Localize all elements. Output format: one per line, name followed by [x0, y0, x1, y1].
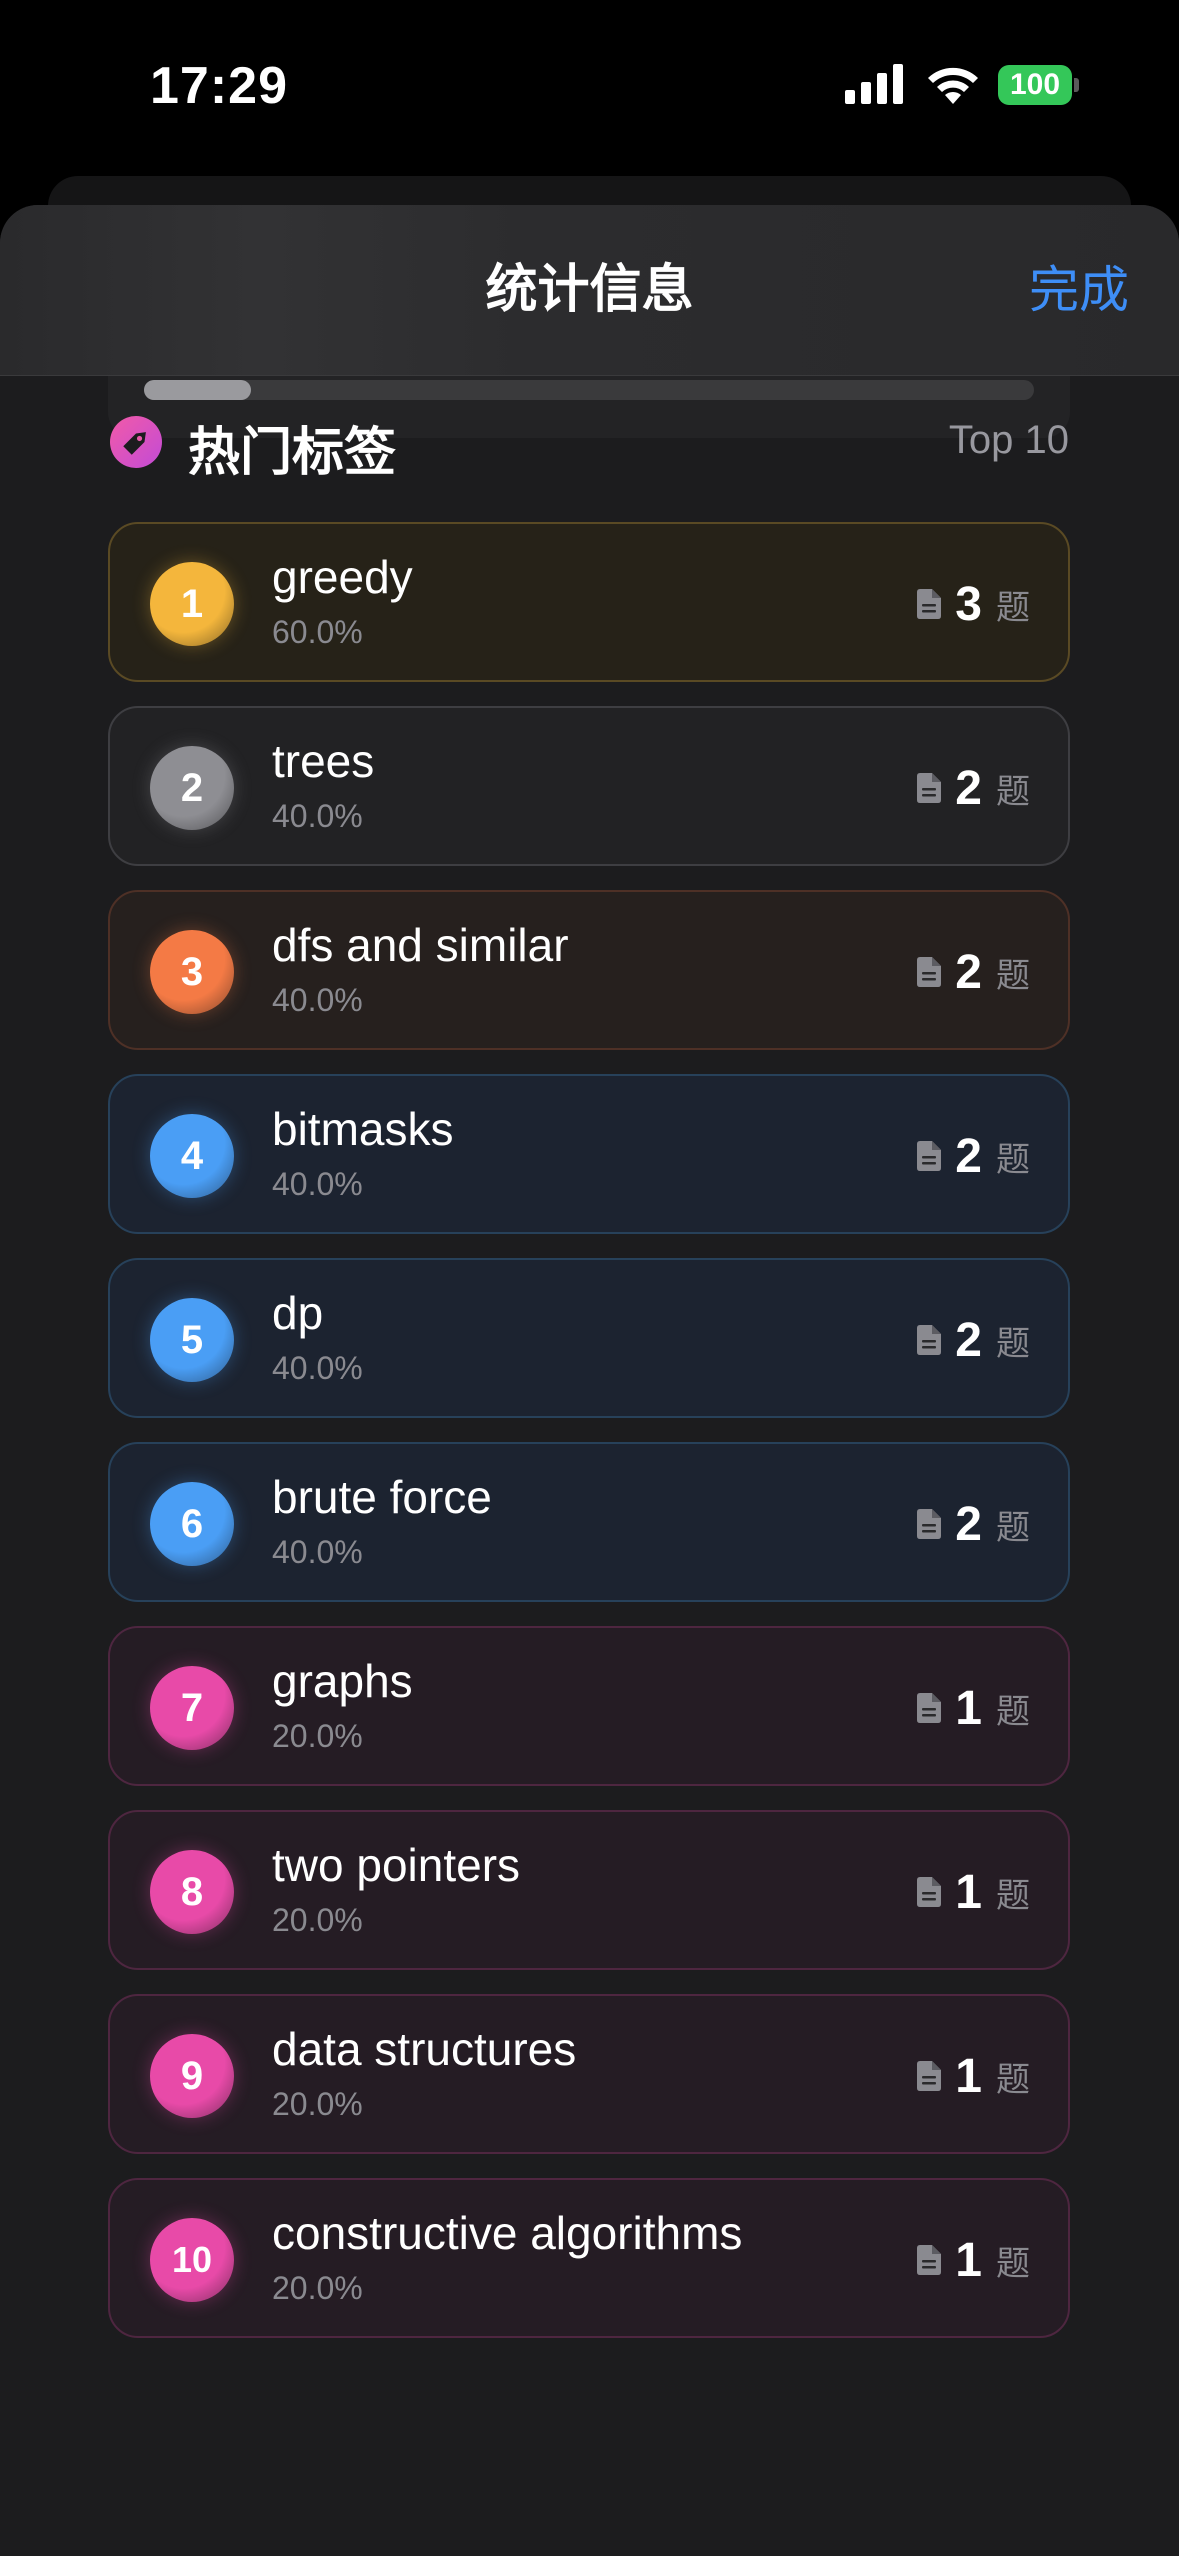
problem-count: 1题 — [917, 2180, 1030, 2340]
count-number: 3 — [955, 577, 982, 631]
progress-track — [144, 380, 1034, 400]
count-unit: 题 — [996, 956, 1030, 995]
tag-name: data structures — [272, 2023, 577, 2075]
tag-name: bitmasks — [272, 1103, 454, 1155]
tag-percent: 40.0% — [272, 1350, 363, 1386]
count-number: 1 — [955, 2233, 982, 2287]
tag-row[interactable]: 5 dp 40.0% 2 题 — [108, 1258, 1070, 1418]
status-bar: 17:29 100 — [0, 0, 1179, 176]
document-icon — [917, 1693, 942, 1723]
count-unit: 题 — [996, 772, 1030, 811]
problem-count: 1题 — [917, 1628, 1030, 1788]
tag-name: two pointers — [272, 1839, 521, 1891]
document-icon — [917, 2061, 942, 2091]
tag-name: trees — [272, 735, 375, 787]
tag-name: brute force — [272, 1471, 492, 1523]
section-title: 热门标签 — [188, 424, 397, 482]
tag-percent: 20.0% — [272, 2270, 363, 2306]
count-unit: 题 — [996, 1876, 1030, 1915]
tag-name: graphs — [272, 1655, 413, 1707]
tag-name: dp — [272, 1287, 324, 1339]
count-unit: 题 — [996, 1508, 1030, 1547]
tag-percent: 20.0% — [272, 1718, 363, 1754]
tag-percent: 20.0% — [272, 1902, 363, 1938]
tag-percent: 40.0% — [272, 798, 363, 834]
count-unit: 题 — [996, 1140, 1030, 1179]
tag-row[interactable]: 1 greedy 60.0% 3 题 — [108, 522, 1070, 682]
rank-badge: 8 — [150, 1850, 234, 1934]
document-icon — [917, 773, 942, 803]
tag-name: greedy — [272, 551, 413, 603]
page-title: 统计信息 — [485, 261, 694, 319]
tag-row[interactable]: 9 data structures 20.0% 1 题 — [108, 1994, 1070, 2154]
top-count-label: Top 10 — [948, 418, 1069, 462]
problem-count: 2题 — [917, 1076, 1030, 1236]
document-icon — [917, 1877, 942, 1907]
tag-row[interactable]: 4 bitmasks 40.0% 2 题 — [108, 1074, 1070, 1234]
done-button[interactable]: 完成 — [1029, 205, 1129, 376]
count-unit: 题 — [996, 1324, 1030, 1363]
wifi-icon — [928, 67, 978, 104]
problem-count: 2题 — [917, 892, 1030, 1052]
count-number: 2 — [955, 761, 982, 815]
battery-cap — [1074, 78, 1079, 92]
rank-badge: 3 — [150, 930, 234, 1014]
tag-name: dfs and similar — [272, 919, 569, 971]
document-icon — [917, 1141, 942, 1171]
count-number: 2 — [955, 1497, 982, 1551]
problem-count: 1题 — [917, 1996, 1030, 2156]
count-number: 1 — [955, 1865, 982, 1919]
document-icon — [917, 2245, 942, 2275]
problem-count: 2题 — [917, 1260, 1030, 1420]
problem-count: 1题 — [917, 1812, 1030, 1972]
problem-count: 3题 — [917, 524, 1030, 684]
count-number: 2 — [955, 1129, 982, 1183]
tag-percent: 40.0% — [272, 1534, 363, 1570]
rank-badge: 6 — [150, 1482, 234, 1566]
battery-percent: 100 — [1009, 68, 1061, 101]
document-icon — [917, 1509, 942, 1539]
tag-percent: 20.0% — [272, 2086, 363, 2122]
rank-badge: 9 — [150, 2034, 234, 2118]
tag-percent: 40.0% — [272, 1166, 363, 1202]
document-icon — [917, 1325, 942, 1355]
document-icon — [917, 589, 942, 619]
rank-badge: 5 — [150, 1298, 234, 1382]
tag-row[interactable]: 7 graphs 20.0% 1 题 — [108, 1626, 1070, 1786]
rank-badge: 10 — [150, 2218, 234, 2302]
tag-percent: 60.0% — [272, 614, 363, 650]
tag-row[interactable]: 8 two pointers 20.0% 1 题 — [108, 1810, 1070, 1970]
count-unit: 题 — [996, 588, 1030, 627]
tag-name: constructive algorithms — [272, 2207, 743, 2259]
battery-indicator: 100 — [998, 65, 1079, 105]
count-number: 2 — [955, 1313, 982, 1367]
tag-row[interactable]: 3 dfs and similar 40.0% 2 题 — [108, 890, 1070, 1050]
problem-count: 2题 — [917, 1444, 1030, 1604]
count-number: 2 — [955, 945, 982, 999]
cellular-signal-icon — [845, 64, 903, 104]
rank-badge: 4 — [150, 1114, 234, 1198]
tag-row[interactable]: 6 brute force 40.0% 2 题 — [108, 1442, 1070, 1602]
count-number: 1 — [955, 2049, 982, 2103]
count-unit: 题 — [996, 2244, 1030, 2283]
problem-count: 2题 — [917, 708, 1030, 868]
rank-badge: 1 — [150, 562, 234, 646]
count-number: 1 — [955, 1681, 982, 1735]
status-time: 17:29 — [150, 57, 288, 115]
navigation-bar: 统计信息 完成 — [0, 205, 1179, 376]
count-unit: 题 — [996, 2060, 1030, 2099]
tag-icon — [110, 416, 162, 468]
progress-fill — [144, 380, 251, 400]
tag-row[interactable]: 2 trees 40.0% 2 题 — [108, 706, 1070, 866]
tag-row[interactable]: 10 constructive algorithms 20.0% 1 题 — [108, 2178, 1070, 2338]
document-icon — [917, 957, 942, 987]
rank-badge: 2 — [150, 746, 234, 830]
rank-badge: 7 — [150, 1666, 234, 1750]
tag-percent: 40.0% — [272, 982, 363, 1018]
count-unit: 题 — [996, 1692, 1030, 1731]
